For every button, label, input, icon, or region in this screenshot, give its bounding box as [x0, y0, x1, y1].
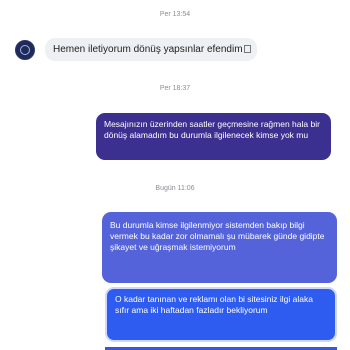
outgoing-message-bubble-selected[interactable]: O kadar tanınan ve reklamı olan bi sites…: [105, 287, 337, 342]
timestamp: Bugün 11:06: [155, 185, 195, 192]
outgoing-message-text: O kadar tanınan ve reklamı olan bi sites…: [115, 294, 313, 315]
outgoing-message-bubble[interactable]: Mesajınızın üzerinden saatler geçmesine …: [96, 113, 331, 160]
incoming-message-row: Hemen iletiyorum dönüş yapsınlar efendim: [15, 38, 257, 61]
missing-glyph-icon: [243, 45, 251, 53]
incoming-message-text: Hemen iletiyorum dönüş yapsınlar efendim: [53, 44, 243, 55]
outgoing-message-text: Bu durumla kimse ilgilenmiyor sistemden …: [110, 220, 325, 252]
outgoing-message-text: Mesajınızın üzerinden saatler geçmesine …: [104, 119, 320, 140]
incoming-message-bubble[interactable]: Hemen iletiyorum dönüş yapsınlar efendim: [45, 38, 257, 61]
outgoing-message-bubble[interactable]: Bu durumla kimse ilgilenmiyor sistemden …: [102, 212, 337, 283]
timestamp: Per 13:54: [159, 11, 191, 18]
store-avatar-icon[interactable]: [15, 39, 35, 60]
timestamp: Per 18:37: [159, 85, 191, 92]
chat-thread: Per 13:54 Hemen iletiyorum dönüş yapsınl…: [0, 0, 350, 350]
